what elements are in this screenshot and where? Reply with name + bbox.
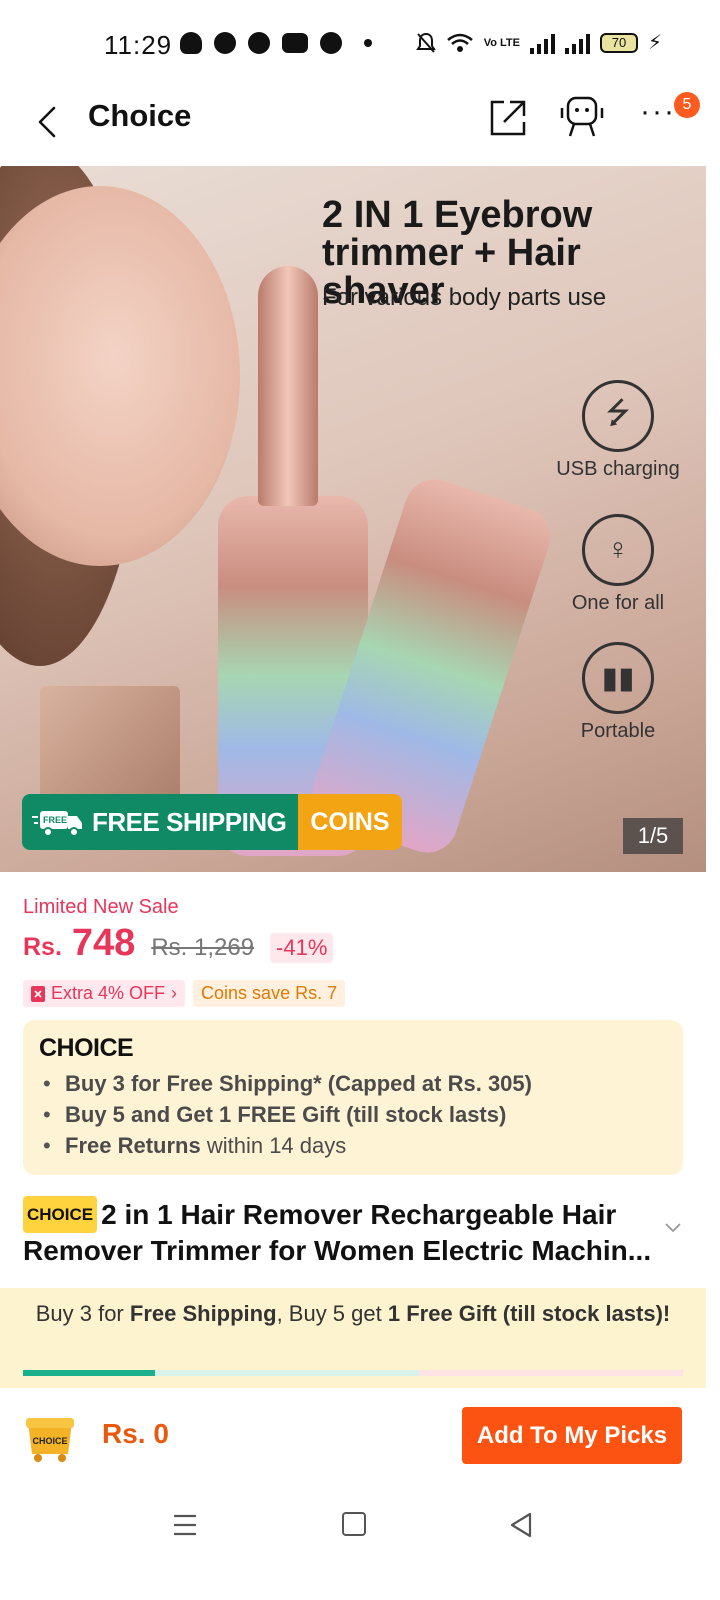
status-bar: 11:29 Vo LTE 70 ⚡ <box>0 0 720 90</box>
feature-usb: ⭍ USB charging <box>556 380 680 481</box>
picks-total: Rs. 0 <box>102 1418 169 1449</box>
snapchat-icon <box>180 32 202 54</box>
home-icon[interactable] <box>342 1512 366 1536</box>
more-dots-icon: ··· <box>640 95 676 128</box>
progress-filled <box>23 1370 155 1376</box>
charging-icon: ⚡ <box>647 32 662 54</box>
original-price: Rs. 1,269 <box>151 934 255 961</box>
product-image-carousel[interactable]: 2 IN 1 Eyebrow trimmer + Hair shaver For… <box>0 166 706 872</box>
battery-icon: 70 <box>599 32 638 53</box>
wifi-icon <box>446 33 473 52</box>
coins-label: COINS <box>298 794 402 850</box>
image-counter: 1/5 <box>623 818 683 854</box>
coupon-icon <box>31 985 45 1002</box>
benefit-item: • Buy 5 and Get 1 FREE Gift (till stock l… <box>43 1102 507 1127</box>
pinterest-icon <box>320 32 342 54</box>
benefit-item: • Buy 3 for Free Shipping* (Capped at Rs.… <box>43 1071 532 1096</box>
chevron-right-icon: › <box>171 983 178 1003</box>
current-price: 748 <box>71 922 136 964</box>
expand-chevron-icon[interactable] <box>664 1218 682 1236</box>
page-title: Choice <box>88 98 192 133</box>
app-header: Choice ··· 5 <box>0 90 720 166</box>
system-icons: Vo LTE 70 ⚡ <box>415 30 662 55</box>
share-icon <box>490 100 526 136</box>
price-row: Rs. 748 Rs. 1,269 -41% <box>23 922 334 965</box>
product-title: 2 in 1 Hair Remover Rechargeable Hair Re… <box>23 1199 652 1266</box>
bundle-offer-banner: Buy 3 for Free Shipping, Buy 5 get 1 Fre… <box>0 1288 706 1388</box>
notification-badge: 5 <box>674 92 700 118</box>
usb-icon: ⭍ <box>582 380 654 452</box>
browser-icon <box>248 32 270 54</box>
sale-label: Limited New Sale <box>23 896 179 918</box>
discount-badge: -41% <box>270 933 334 963</box>
feature-portable: ▮▮ Portable <box>556 642 680 743</box>
promo-row: Extra 4% OFF › Coins save Rs. 7 <box>23 980 346 1007</box>
price-currency: Rs. <box>23 933 62 961</box>
trimmer-head <box>258 266 318 506</box>
coins-save-tag: Coins save Rs. 7 <box>193 980 346 1007</box>
status-time: 11:29 <box>104 30 173 60</box>
signal-1-icon <box>529 32 555 54</box>
choice-benefits-box[interactable]: CHOICE • Buy 3 for Free Shipping* (Capped… <box>23 1020 683 1175</box>
bundle-offer-text: Buy 3 for Free Shipping, Buy 5 get 1 Fre… <box>35 1301 671 1326</box>
chat-icon <box>214 32 236 54</box>
progress-segment-2 <box>155 1370 419 1376</box>
add-to-my-picks-button[interactable]: Add To My Picks <box>462 1407 682 1464</box>
bundle-progress-bar <box>23 1370 683 1376</box>
back-button[interactable] <box>30 104 66 140</box>
my-picks-cart-icon[interactable]: CHOICE <box>22 1410 78 1462</box>
free-shipping-label: FREE SHIPPING <box>92 806 287 837</box>
nav-back-icon[interactable] <box>508 1512 534 1538</box>
youtube-icon <box>282 33 308 53</box>
hero-subtitle: For various body parts use <box>322 284 607 311</box>
volte-label: Vo LTE <box>483 36 520 49</box>
model-face <box>0 186 240 566</box>
bottom-action-bar: CHOICE Rs. 0 Add To My Picks <box>0 1388 720 1484</box>
body-icon: ♀ <box>582 514 654 586</box>
signal-2-icon <box>564 32 590 54</box>
customer-service-button[interactable] <box>556 96 608 140</box>
choice-benefits-list: • Buy 3 for Free Shipping* (Capped at Rs.… <box>43 1068 532 1161</box>
back-arrow-icon <box>38 106 56 138</box>
more-notifications-dot-icon <box>364 39 372 47</box>
truck-icon: FREE <box>32 811 82 837</box>
portable-icon: ▮▮ <box>582 642 654 714</box>
svg-text:CHOICE: CHOICE <box>32 1436 67 1446</box>
mute-icon <box>415 32 436 53</box>
progress-segment-3 <box>419 1370 683 1376</box>
choice-badge: CHOICE <box>23 1196 98 1233</box>
choice-logo: CHOICE <box>39 1034 134 1062</box>
notification-icons <box>180 32 372 54</box>
product-title-row[interactable]: CHOICE 2 in 1 Hair Remover Rechargeable H… <box>23 1196 663 1268</box>
robot-support-icon <box>560 96 604 137</box>
system-navigation-bar <box>0 1484 720 1600</box>
extra-off-coupon[interactable]: Extra 4% OFF › <box>23 980 186 1007</box>
svg-text:FREE: FREE <box>43 815 67 825</box>
free-shipping-banner: FREE FREE SHIPPING COINS <box>22 794 402 850</box>
recent-apps-icon[interactable] <box>172 1512 198 1538</box>
benefit-item: • Free Returns within 14 days <box>43 1133 347 1158</box>
feature-one-for-all: ♀ One for all <box>556 514 680 615</box>
share-button[interactable] <box>488 98 528 138</box>
